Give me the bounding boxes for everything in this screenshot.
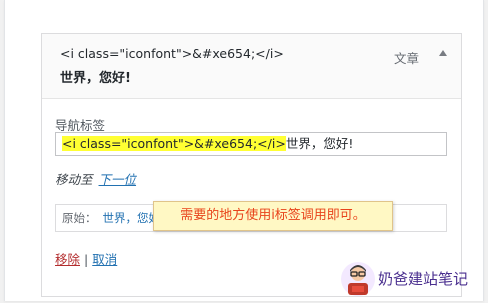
menu-item-box: <i class="iconfont">&#xe654;</i> 世界，您好! … — [41, 33, 462, 297]
action-separator: | — [84, 252, 89, 267]
menu-item-type: 文章 — [393, 51, 419, 66]
watermark: 奶爸建站笔记 — [340, 261, 480, 297]
input-text: 世界，您好! — [285, 136, 354, 151]
move-label: 移动至 — [55, 172, 93, 187]
watermark-text: 奶爸建站笔记 — [378, 270, 469, 288]
cancel-link[interactable]: 取消 — [92, 252, 117, 267]
highlighted-code: <i class="iconfont">&#xe654;</i> — [62, 136, 286, 151]
menu-item-title-code: <i class="iconfont">&#xe654;</i> — [60, 46, 284, 61]
annotation-callout: 需要的地方使用i标签调用即可。 — [153, 201, 393, 231]
move-down-link[interactable]: 下一位 — [99, 172, 137, 187]
nav-label-input[interactable]: <i class="iconfont">&#xe654;</i>世界，您好! — [55, 132, 447, 156]
item-actions: 移除 | 取消 — [55, 249, 117, 268]
avatar-icon — [341, 262, 375, 296]
remove-link[interactable]: 移除 — [55, 252, 80, 267]
menu-item-title-text: 世界，您好! — [60, 71, 131, 86]
settings-panel: <i class="iconfont">&#xe654;</i> 世界，您好! … — [4, 0, 484, 301]
menu-item-header[interactable]: <i class="iconfont">&#xe654;</i> 世界，您好! … — [42, 34, 461, 99]
move-row: 移动至 下一位 — [55, 169, 136, 188]
original-label: 原始： — [62, 211, 97, 225]
collapse-arrow-icon[interactable] — [439, 50, 447, 56]
